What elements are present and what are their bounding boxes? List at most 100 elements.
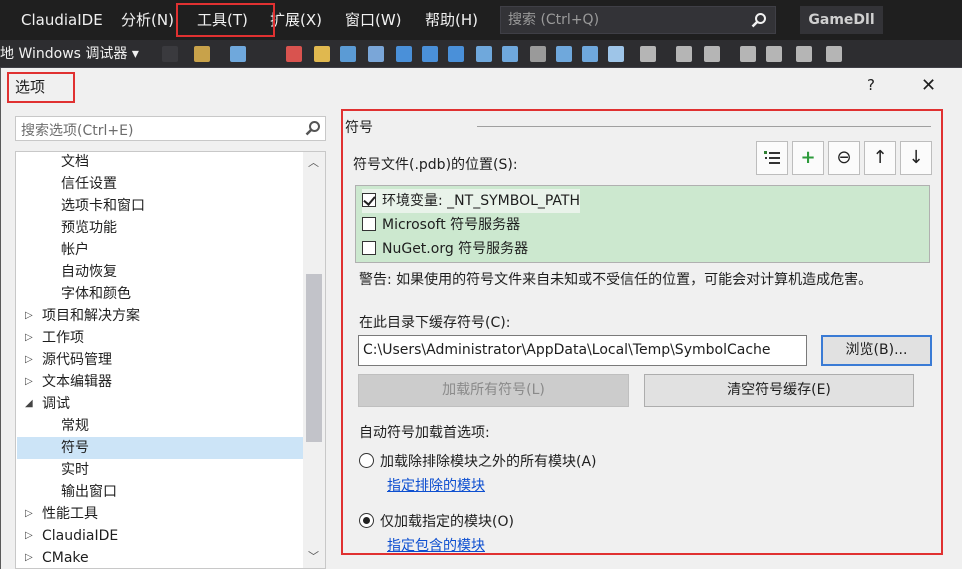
- bookmark-icon[interactable]: [740, 46, 756, 62]
- specify-excluded-modules-link[interactable]: 指定排除的模块: [387, 475, 485, 495]
- tree-item[interactable]: 信任设置: [17, 173, 303, 195]
- tree-item[interactable]: 符号: [17, 437, 303, 459]
- cache-dir-label: 在此目录下缓存符号(C):: [359, 315, 511, 331]
- dialog-title-highlight: [7, 72, 75, 103]
- symbol-location-item[interactable]: 环境变量: _NT_SYMBOL_PATH: [362, 189, 581, 213]
- settings-gear-icon[interactable]: [286, 46, 302, 62]
- expanded-arrow-icon[interactable]: ◢: [25, 393, 33, 415]
- radio-load-all-except-excluded[interactable]: 加载除排除模块之外的所有模块(A): [359, 451, 597, 471]
- close-icon[interactable]: ✕: [921, 75, 936, 96]
- collapsed-arrow-icon[interactable]: ▷: [25, 349, 33, 371]
- scroll-thumb[interactable]: [306, 274, 322, 442]
- tree-item-label: 源代码管理: [42, 352, 112, 368]
- specify-included-modules-link[interactable]: 指定包含的模块: [387, 535, 485, 555]
- tree-item[interactable]: 常规: [17, 415, 303, 437]
- tree-item[interactable]: ▷ 工作项: [17, 327, 303, 349]
- flame-icon[interactable]: [162, 46, 178, 62]
- tree-item-label: 文档: [61, 154, 89, 170]
- move-up-icon[interactable]: ↑: [864, 141, 896, 175]
- tree-item[interactable]: 选项卡和窗口: [17, 195, 303, 217]
- tree-item-label: 实时: [61, 462, 89, 478]
- tree-item-label: 调试: [42, 396, 70, 412]
- tree-item[interactable]: ▷ 源代码管理: [17, 349, 303, 371]
- tree-scrollbar[interactable]: ︿ ﹀: [303, 152, 325, 568]
- collapsed-arrow-icon[interactable]: ▷: [25, 525, 33, 547]
- scroll-up-icon[interactable]: ︿: [308, 154, 319, 170]
- symbol-location-item[interactable]: NuGet.org 符号服务器: [362, 237, 528, 261]
- collapsed-arrow-icon[interactable]: ▷: [25, 305, 33, 327]
- scroll-down-icon[interactable]: ﹀: [308, 548, 319, 564]
- collapsed-arrow-icon[interactable]: ▷: [25, 327, 33, 349]
- uncomment-icon[interactable]: [704, 46, 720, 62]
- step-icon[interactable]: [396, 46, 412, 62]
- load-settings-button[interactable]: [756, 141, 788, 175]
- search-file-icon[interactable]: [340, 46, 356, 62]
- step-over-icon[interactable]: [422, 46, 438, 62]
- prev-bookmark-icon[interactable]: [766, 46, 782, 62]
- tree-item[interactable]: 预览功能: [17, 217, 303, 239]
- tree-item[interactable]: ▷ 项目和解决方案: [17, 305, 303, 327]
- tree-item[interactable]: 输出窗口: [17, 481, 303, 503]
- tree-item[interactable]: 自动恢复: [17, 261, 303, 283]
- home-icon[interactable]: [230, 46, 246, 62]
- open-folder-icon[interactable]: [194, 46, 210, 62]
- global-search-input[interactable]: 搜索 (Ctrl+Q): [500, 6, 776, 34]
- tree-item-label: 帐户: [61, 242, 89, 258]
- menu-window[interactable]: 窗口(W): [345, 0, 402, 40]
- remove-icon[interactable]: ⊖: [828, 141, 860, 175]
- global-search-placeholder: 搜索 (Ctrl+Q): [508, 12, 600, 28]
- menu-extensions[interactable]: 扩展(X): [270, 0, 322, 40]
- tree-item[interactable]: ▷ ClaudiaIDE: [17, 525, 303, 547]
- collapsed-arrow-icon[interactable]: ▷: [25, 371, 33, 393]
- breakpoint-icon[interactable]: [530, 46, 546, 62]
- radio-load-only-specified[interactable]: 仅加载指定的模块(O): [359, 511, 514, 531]
- symbol-locations-label: 符号文件(.pdb)的位置(S):: [353, 157, 518, 173]
- radio-button-selected[interactable]: [359, 513, 374, 528]
- clear-bookmarks-icon[interactable]: [826, 46, 842, 62]
- copy-icon[interactable]: [476, 46, 492, 62]
- radio-label: 仅加载指定的模块(O): [380, 514, 514, 530]
- tree-item-label: 预览功能: [61, 220, 117, 236]
- collapsed-arrow-icon[interactable]: ▷: [25, 503, 33, 525]
- collapsed-arrow-icon[interactable]: ▷: [25, 547, 33, 568]
- checkbox-checked[interactable]: [362, 193, 376, 207]
- step-out-icon[interactable]: [448, 46, 464, 62]
- outdent-icon[interactable]: [640, 46, 656, 62]
- tree-item[interactable]: ▷ 性能工具: [17, 503, 303, 525]
- checkbox-unchecked[interactable]: [362, 217, 376, 231]
- menu-analyze[interactable]: 分析(N): [121, 0, 174, 40]
- cube-icon[interactable]: [314, 46, 330, 62]
- tree-item[interactable]: 文档: [17, 152, 303, 173]
- move-down-icon[interactable]: ↓: [900, 141, 932, 175]
- menu-help[interactable]: 帮助(H): [425, 0, 478, 40]
- toolbar: 地 Windows 调试器 ▾: [0, 40, 962, 68]
- tree-item[interactable]: ▷ CMake: [17, 547, 303, 568]
- tree-item[interactable]: ▷ 文本编辑器: [17, 371, 303, 393]
- image-icon[interactable]: [582, 46, 598, 62]
- options-search-placeholder: 搜索选项(Ctrl+E): [21, 123, 134, 139]
- format-icon[interactable]: [556, 46, 572, 62]
- add-icon[interactable]: +: [792, 141, 824, 175]
- next-bookmark-icon[interactable]: [796, 46, 812, 62]
- search-icon[interactable]: [305, 120, 321, 140]
- clear-symbol-cache-button[interactable]: 清空符号缓存(E): [644, 374, 914, 407]
- options-search-input[interactable]: 搜索选项(Ctrl+E): [15, 116, 326, 141]
- symbol-location-label: NuGet.org 符号服务器: [382, 241, 529, 257]
- checkbox-unchecked[interactable]: [362, 241, 376, 255]
- symbol-location-item[interactable]: Microsoft 符号服务器: [362, 213, 520, 237]
- comment-icon[interactable]: [676, 46, 692, 62]
- load-all-symbols-button[interactable]: 加载所有符号(L): [358, 374, 629, 407]
- tree-item[interactable]: 实时: [17, 459, 303, 481]
- device-icon[interactable]: [608, 46, 624, 62]
- debugger-dropdown[interactable]: 地 Windows 调试器 ▾: [0, 40, 139, 68]
- help-button[interactable]: ?: [867, 76, 875, 94]
- tree-item[interactable]: 字体和颜色: [17, 283, 303, 305]
- browse-button[interactable]: 浏览(B)...: [821, 335, 932, 366]
- tree-item[interactable]: 帐户: [17, 239, 303, 261]
- search-icon[interactable]: [751, 12, 767, 32]
- cache-dir-input[interactable]: C:\Users\Administrator\AppData\Local\Tem…: [358, 335, 807, 366]
- tree-item[interactable]: ◢ 调试: [17, 393, 303, 415]
- window-icon[interactable]: [502, 46, 518, 62]
- find-icon[interactable]: [368, 46, 384, 62]
- radio-button[interactable]: [359, 453, 374, 468]
